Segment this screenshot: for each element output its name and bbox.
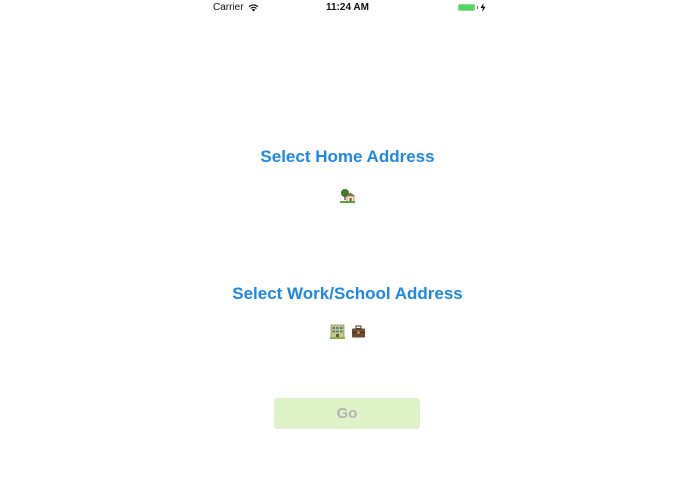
work-icons <box>0 324 695 339</box>
status-time: 11:24 AM <box>326 2 369 13</box>
house-with-garden-icon <box>340 188 355 203</box>
home-icons <box>0 188 695 203</box>
battery-indicator <box>458 3 486 12</box>
select-work-school-address-button[interactable]: Select Work/School Address <box>0 284 695 304</box>
select-home-address-button[interactable]: Select Home Address <box>0 147 695 167</box>
go-button-label: Go <box>336 405 358 422</box>
go-button[interactable]: Go <box>274 398 420 429</box>
battery-icon <box>458 4 475 11</box>
charging-bolt-icon <box>480 3 486 12</box>
office-building-icon <box>329 324 345 339</box>
status-bar: Carrier 11:24 AM <box>0 0 695 16</box>
battery-tip <box>477 6 478 9</box>
briefcase-icon <box>351 324 366 339</box>
